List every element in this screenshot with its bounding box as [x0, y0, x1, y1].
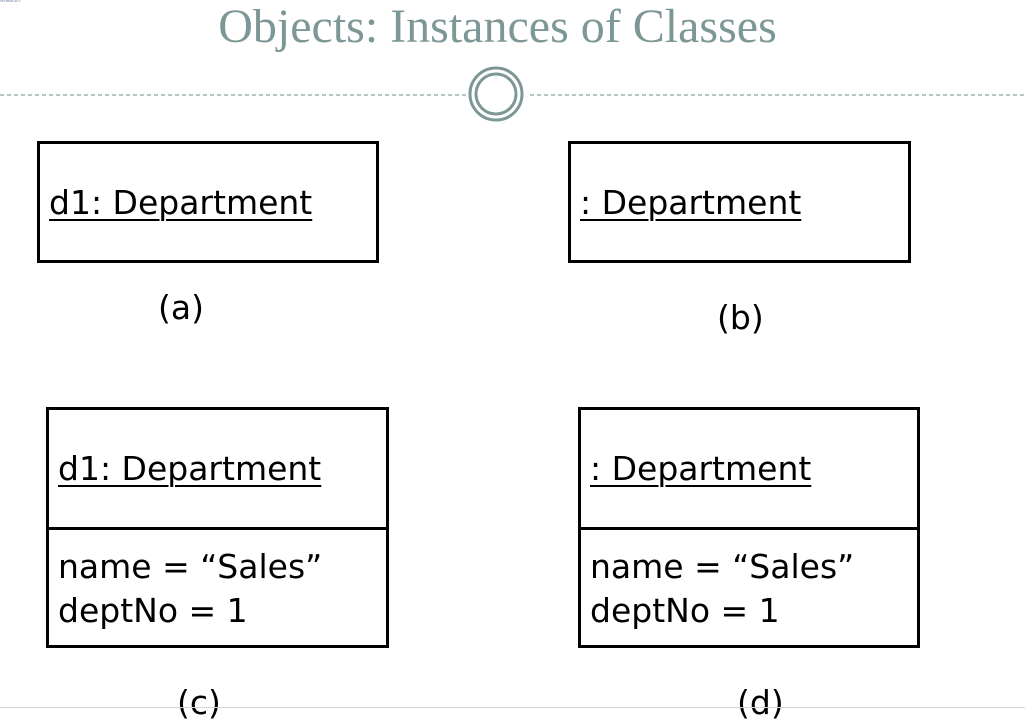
object-box-b: : Department — [568, 141, 911, 263]
attribute-name-d: name = “Sales” — [590, 547, 855, 586]
object-name-c: d1: Department — [58, 449, 322, 488]
object-name-b: : Department — [580, 183, 802, 222]
caption-a: (a) — [158, 288, 204, 327]
attribute-deptno-c: deptNo = 1 — [58, 591, 248, 630]
object-separator-c — [49, 527, 386, 530]
object-box-d: : Department name = “Sales” deptNo = 1 — [578, 407, 920, 648]
attribute-name-c: name = “Sales” — [58, 547, 323, 586]
caption-c: (c) — [177, 683, 221, 722]
object-box-a: d1: Department — [37, 141, 379, 263]
bottom-rule — [0, 707, 1025, 708]
caption-d: (d) — [737, 683, 784, 722]
attribute-deptno-d: deptNo = 1 — [590, 591, 780, 630]
caption-b: (b) — [717, 298, 764, 337]
object-separator-d — [581, 527, 917, 530]
object-name-d: : Department — [590, 449, 812, 488]
object-name-a: d1: Department — [49, 183, 313, 222]
slide-title: Objects: Instances of Classes — [218, 0, 777, 53]
title-divider — [0, 66, 1025, 122]
object-box-c: d1: Department name = “Sales” deptNo = 1 — [46, 407, 389, 648]
